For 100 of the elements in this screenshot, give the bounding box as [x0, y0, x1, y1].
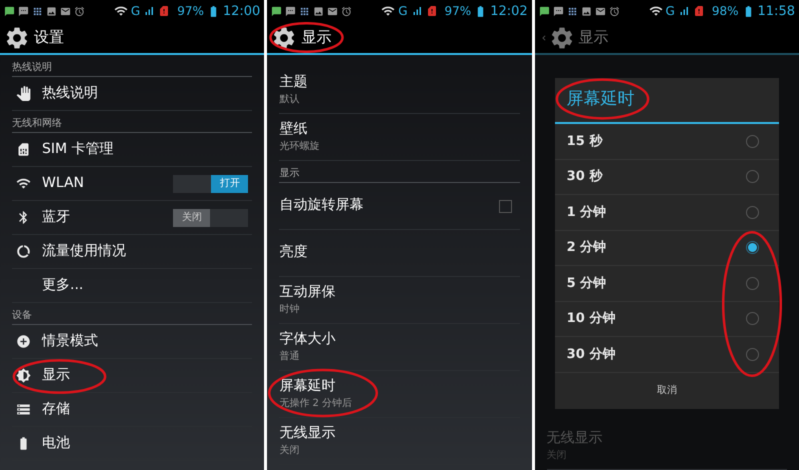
section-header: 热线说明 [12, 63, 52, 73]
chat-icon [4, 6, 15, 16]
row-label: 电池 [42, 434, 70, 452]
network-type: G [666, 5, 675, 17]
row-label: 蓝牙 [42, 208, 70, 226]
battery-percent: 97% [177, 5, 204, 17]
settings-row[interactable]: 互动屏保 时钟 [279, 277, 520, 324]
section-header: 显示 [279, 169, 300, 179]
option-row[interactable]: 2 分钟 [554, 230, 779, 266]
row-summary: 关闭 [279, 444, 300, 457]
row-label: 无线显示 [279, 425, 336, 442]
option-label: 30 分钟 [566, 346, 616, 364]
message-icon [285, 6, 296, 16]
brightness-icon [16, 368, 31, 383]
wifi-icon [114, 4, 128, 18]
sim-alert-icon [692, 5, 705, 17]
row-label: 壁纸 [279, 121, 308, 138]
settings-row[interactable]: WLAN 打开 [12, 167, 252, 201]
message-icon [18, 6, 29, 16]
settings-row[interactable]: 蓝牙 关闭 [12, 201, 252, 235]
settings-row[interactable]: 屏幕延时 无操作 2 分钟后 [279, 371, 520, 418]
row-summary: 光环螺旋 [279, 140, 320, 153]
radio-button[interactable] [746, 241, 759, 254]
settings-row[interactable]: 字体大小 普通 [279, 324, 520, 371]
settings-row[interactable]: 电池 [12, 427, 252, 461]
radio-button[interactable] [746, 134, 759, 148]
option-row[interactable]: 1 分钟 [554, 195, 779, 230]
settings-icon[interactable] [4, 24, 30, 50]
app-icon [566, 6, 578, 16]
settings-row[interactable]: 亮度 [279, 230, 520, 277]
cancel-button[interactable]: 取消 [640, 379, 693, 402]
screen-title: 设置 [34, 27, 64, 48]
image-icon [313, 6, 324, 16]
clock: 12:00 [222, 4, 260, 18]
clock: 12:02 [490, 4, 528, 18]
image-icon [46, 6, 57, 16]
alarm-icon [74, 6, 85, 16]
settings-row[interactable]: 显示 [12, 359, 252, 393]
settings-row[interactable]: 情景模式 [12, 325, 252, 359]
option-label: 2 分钟 [566, 239, 608, 257]
option-row[interactable]: 15 秒 [554, 124, 779, 160]
clock: 11:58 [758, 4, 795, 18]
row-label: 流量使用情况 [42, 242, 126, 260]
settings-row[interactable]: 壁纸 光环螺旋 [279, 114, 520, 161]
mail-icon [327, 6, 338, 16]
sim-alert-icon [158, 5, 170, 17]
wifi-icon [16, 176, 31, 191]
row-label: 屏幕延时 [279, 378, 336, 396]
signal-icon [143, 5, 156, 17]
settings-row[interactable]: 热线说明 [12, 77, 252, 111]
alarm-icon [341, 6, 352, 16]
row-label: 主题 [279, 74, 308, 92]
option-label: 1 分钟 [566, 204, 608, 222]
toggle-switch[interactable]: 关闭 [173, 208, 248, 226]
screen-title: 显示 [301, 27, 332, 48]
row-summary: 无操作 2 分钟后 [279, 398, 354, 410]
checkbox[interactable] [498, 200, 512, 212]
option-label: 30 秒 [566, 168, 604, 186]
battery-percent: 98% [712, 5, 739, 17]
battery-percent: 97% [444, 5, 472, 17]
row-label: 无线显示 [546, 430, 603, 448]
radio-button[interactable] [746, 170, 759, 184]
radio-button[interactable] [746, 276, 759, 290]
radio-button[interactable] [746, 312, 759, 326]
settings-row[interactable]: 流量使用情况 [12, 235, 252, 269]
radio-button[interactable] [746, 348, 759, 361]
option-label: 5 分钟 [566, 274, 608, 292]
radio-button[interactable] [746, 206, 759, 219]
settings-row[interactable]: 无线显示 关闭 [279, 418, 520, 465]
sim-card-icon [16, 142, 31, 157]
hand-icon [16, 86, 31, 101]
settings-row[interactable]: 存储 [12, 393, 252, 427]
row-label: 更多... [42, 276, 84, 294]
wifi-icon [381, 4, 396, 18]
row-label: 存储 [42, 400, 70, 418]
signal-icon [678, 5, 690, 17]
section-header: 无线和网络 [12, 119, 62, 129]
settings-row[interactable]: 主题 默认 [279, 67, 520, 114]
app-icon [32, 6, 43, 16]
option-row[interactable]: 30 秒 [554, 160, 779, 195]
app-icon [299, 6, 310, 16]
toggle-switch[interactable]: 打开 [173, 174, 248, 192]
chat-icon [271, 6, 282, 16]
wifi-icon [648, 4, 663, 18]
option-row[interactable]: 30 分钟 [554, 337, 779, 372]
signal-icon [410, 5, 423, 17]
settings-row[interactable]: SIM 卡管理 [12, 133, 252, 167]
row-summary: 时钟 [279, 304, 300, 316]
mail-icon [594, 6, 606, 16]
settings-row[interactable]: 自动旋转屏幕 [279, 183, 520, 230]
option-label: 10 分钟 [566, 310, 616, 328]
settings-row[interactable]: 更多... [12, 269, 252, 303]
option-row[interactable]: 10 分钟 [554, 302, 779, 337]
row-label: 自动旋转屏幕 [279, 197, 364, 215]
chat-icon [538, 6, 550, 16]
option-row[interactable]: 5 分钟 [554, 266, 779, 302]
row-label: 情景模式 [42, 332, 98, 350]
image-icon [580, 6, 592, 16]
section-header: 设备 [12, 311, 32, 321]
row-label: 显示 [42, 366, 70, 384]
